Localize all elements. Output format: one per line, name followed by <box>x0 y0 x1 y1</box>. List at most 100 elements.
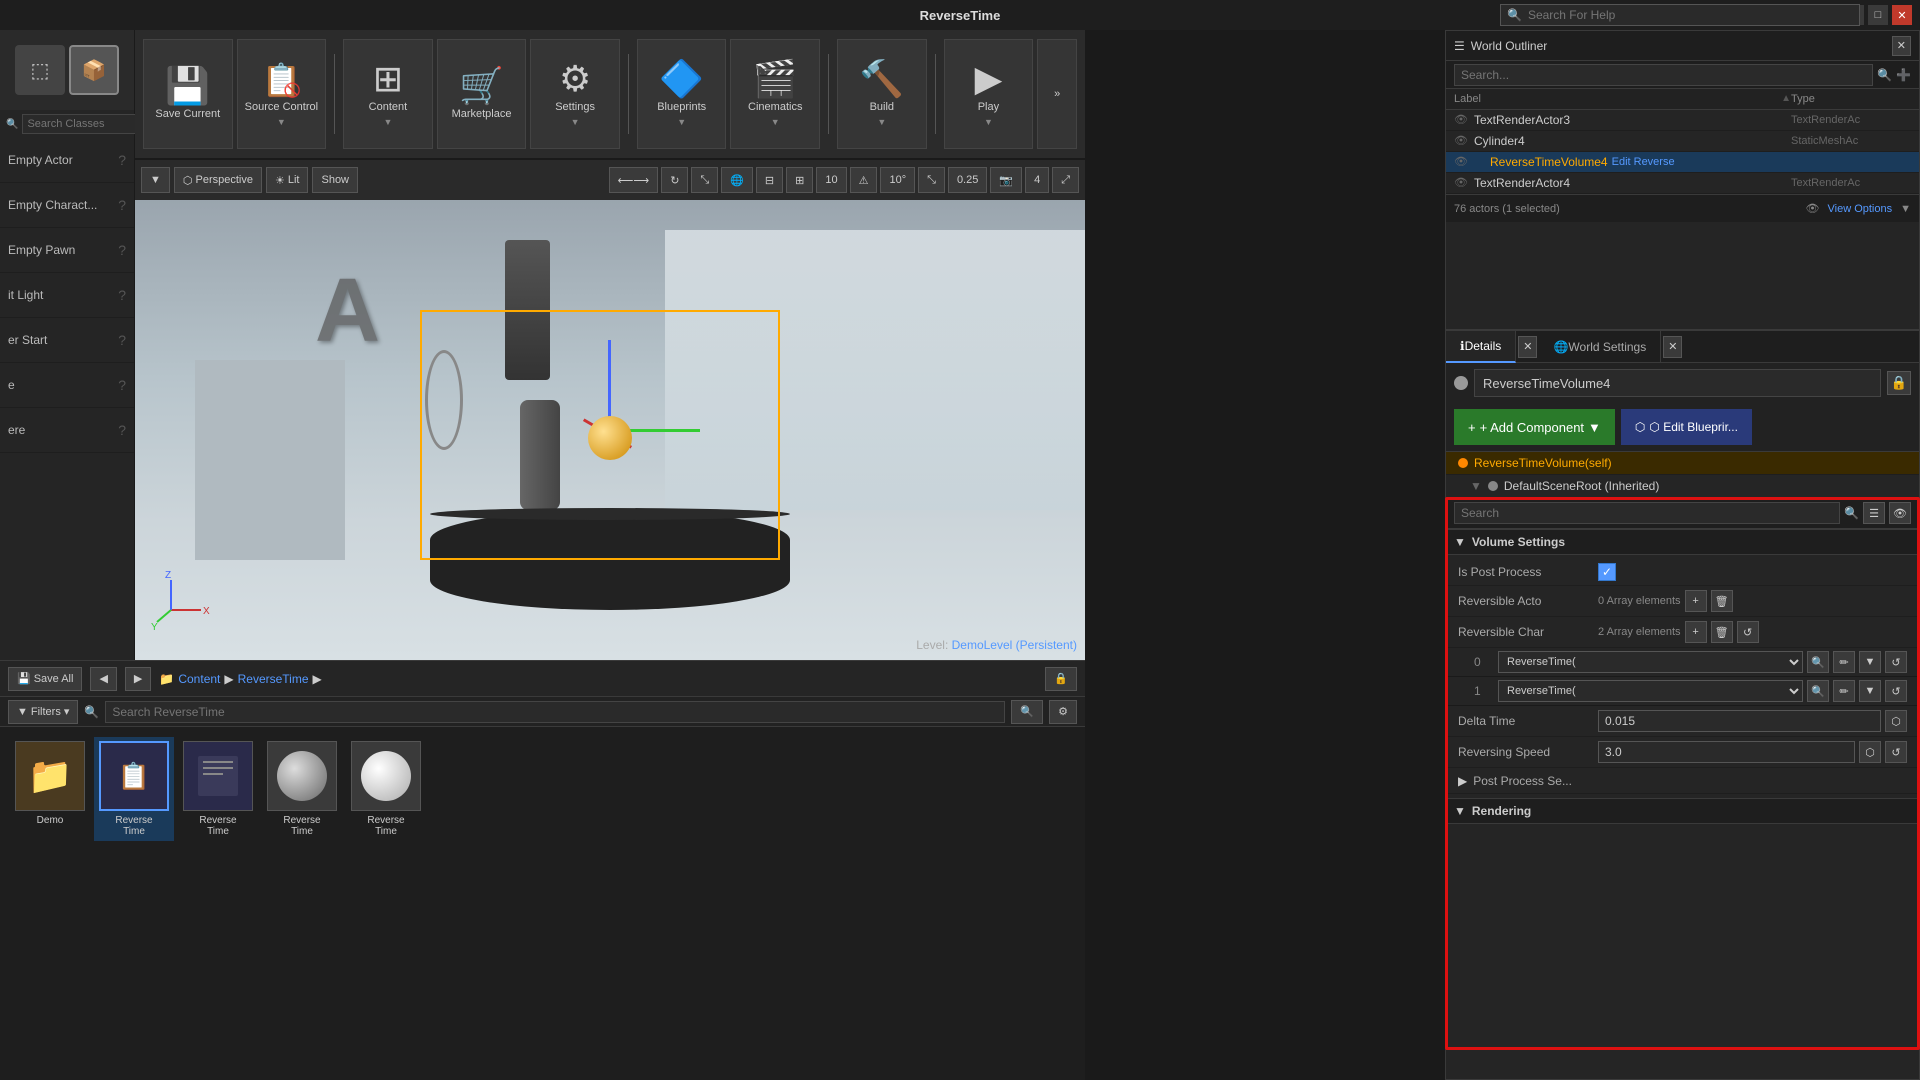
viewport-scene[interactable]: A X Z Y Level: Demo <box>135 200 1085 660</box>
scale-snap-button[interactable]: ⤡ <box>918 167 945 193</box>
point-light-item[interactable]: it Light ? <box>0 273 134 318</box>
actor-name-input[interactable] <box>1474 369 1881 397</box>
table-row[interactable]: 👁 TextRenderActor4 TextRenderAc <box>1446 173 1919 194</box>
add-component-button[interactable]: + + Add Component ▼ <box>1454 409 1615 445</box>
close-button[interactable]: ✕ <box>1892 5 1912 25</box>
empty-character-item[interactable]: Empty Charact... ? <box>0 183 134 228</box>
array-item-select-1[interactable]: ReverseTime( <box>1498 680 1803 702</box>
snap-warning-button[interactable]: ⚠ <box>850 167 878 193</box>
source-control-button[interactable]: 📋 🚫 Source Control ▼ <box>237 39 327 149</box>
asset-item[interactable]: 📋 ReverseTime <box>94 737 174 841</box>
back-button[interactable]: ◀ <box>90 667 116 691</box>
content-button[interactable]: ⊞ Content ▼ <box>343 39 433 149</box>
filters-button[interactable]: ▼ Filters ▾ <box>8 700 78 724</box>
show-button[interactable]: Show <box>312 167 358 193</box>
path-reversetime[interactable]: ReverseTime <box>238 672 309 686</box>
array-item-select-0[interactable]: ReverseTime( <box>1498 651 1803 673</box>
maximize-viewport-button[interactable]: ⤢ <box>1052 167 1079 193</box>
player-start-item[interactable]: er Start ? <box>0 318 134 363</box>
content-settings-button[interactable]: ⚙ <box>1049 700 1077 724</box>
table-row[interactable]: 👁 Cylinder4 StaticMeshAc <box>1446 131 1919 152</box>
settings-lock-button[interactable]: 🔒 <box>1045 667 1077 691</box>
edit-blueprint-button[interactable]: ⬡ ⬡ Edit Blueprir... <box>1621 409 1752 445</box>
delta-time-input[interactable] <box>1598 710 1881 732</box>
asset-item[interactable]: ReverseTime <box>178 737 258 841</box>
world-outliner-close-button[interactable]: ✕ <box>1892 36 1911 56</box>
viewport-options-button[interactable]: ▼ <box>141 167 170 193</box>
path-content[interactable]: Content <box>178 672 220 686</box>
asset-item[interactable]: 📁 Demo <box>10 737 90 830</box>
play-button[interactable]: ▶ Play ▼ <box>944 39 1034 149</box>
volumes-item[interactable]: e ? <box>0 363 134 408</box>
lock-button[interactable]: 🔒 <box>1887 371 1911 395</box>
list-view-button[interactable]: ☰ <box>1863 502 1885 524</box>
save-current-button[interactable]: 💾 Save Current <box>143 39 233 149</box>
all-classes-item[interactable]: ere ? <box>0 408 134 453</box>
delta-time-spinner[interactable]: ⬡ <box>1885 710 1907 732</box>
search-asset-button-1[interactable]: 🔍 <box>1807 680 1829 702</box>
reversing-speed-spinner[interactable]: ⬡ <box>1859 741 1881 763</box>
edit-asset-button-1[interactable]: ✏ <box>1833 680 1855 702</box>
post-process-row[interactable]: ▶ Post Process Se... <box>1446 768 1919 794</box>
view-options-button[interactable]: View Options <box>1828 203 1893 215</box>
reversing-speed-input[interactable] <box>1598 741 1855 763</box>
eye-icon[interactable]: 👁 <box>1454 176 1468 190</box>
volume-settings-header[interactable]: ▼ Volume Settings <box>1446 529 1919 555</box>
search-for-help-input[interactable] <box>1528 8 1853 22</box>
blueprints-button[interactable]: 🔷 Blueprints ▼ <box>637 39 727 149</box>
add-actor-icon[interactable]: ➕ <box>1896 68 1911 82</box>
tab-details[interactable]: ℹ Details <box>1446 331 1516 363</box>
settings-button[interactable]: ⚙ Settings ▼ <box>530 39 620 149</box>
more-button[interactable]: » <box>1037 39 1077 149</box>
camera-button[interactable]: 📷 <box>990 167 1022 193</box>
tab-world-settings[interactable]: 🌐 World Settings <box>1539 331 1661 363</box>
world-settings-close-button[interactable]: ✕ <box>1663 336 1682 358</box>
reset-array-button[interactable]: ↺ <box>1737 621 1759 643</box>
reversing-speed-reset[interactable]: ↺ <box>1885 741 1907 763</box>
lit-button[interactable]: ☀ Lit <box>266 167 309 193</box>
content-search-input[interactable] <box>105 701 1005 723</box>
asset-item[interactable]: ReverseTime <box>346 737 426 841</box>
screen-size-button[interactable]: 4 <box>1025 167 1049 193</box>
delete-array-button[interactable]: 🗑 <box>1711 590 1733 612</box>
marketplace-button[interactable]: 🛒 Marketplace <box>437 39 527 149</box>
delete-array-button-2[interactable]: 🗑 <box>1711 621 1733 643</box>
is-post-process-checkbox[interactable]: ✓ <box>1598 563 1616 581</box>
details-close-button[interactable]: ✕ <box>1518 336 1537 358</box>
asset-item[interactable]: ReverseTime <box>262 737 342 841</box>
forward-button[interactable]: ▶ <box>125 667 151 691</box>
scale-snap-value-button[interactable]: 0.25 <box>948 167 987 193</box>
surface-snapping-button[interactable]: ⊟ <box>756 167 783 193</box>
rotate-button[interactable]: ↻ <box>661 167 688 193</box>
component-search-input[interactable] <box>1454 502 1840 524</box>
edit-asset-button-0[interactable]: ✏ <box>1833 651 1855 673</box>
cinematics-button[interactable]: 🎬 Cinematics ▼ <box>730 39 820 149</box>
search-for-help-bar[interactable]: 🔍 <box>1500 4 1860 26</box>
translate-button[interactable]: ⟵⟶ <box>609 167 659 193</box>
maximize-button[interactable]: □ <box>1868 5 1888 25</box>
arrow-down-button-0[interactable]: ▼ <box>1859 651 1881 673</box>
add-array-button[interactable]: + <box>1685 590 1707 612</box>
empty-actor-item[interactable]: Empty Actor ? <box>0 138 134 183</box>
world-outliner-search-input[interactable] <box>1454 64 1873 86</box>
scale-button[interactable]: ⤡ <box>691 167 718 193</box>
eye-icon[interactable]: 👁 <box>1454 155 1468 169</box>
arrow-down-button-1[interactable]: ▼ <box>1859 680 1881 702</box>
perspective-button[interactable]: ⬡ Perspective <box>174 167 262 193</box>
empty-pawn-item[interactable]: Empty Pawn ? <box>0 228 134 273</box>
grid-size-button[interactable]: 10 <box>816 167 846 193</box>
add-array-button-2[interactable]: + <box>1685 621 1707 643</box>
eye-icon[interactable]: 👁 <box>1454 113 1468 127</box>
reset-item-button-0[interactable]: ↺ <box>1885 651 1907 673</box>
component-row[interactable]: ▼ DefaultSceneRoot (Inherited) <box>1446 475 1919 498</box>
reset-item-button-1[interactable]: ↺ <box>1885 680 1907 702</box>
eye-icon[interactable]: 👁 <box>1454 134 1468 148</box>
rendering-section-header[interactable]: ▼ Rendering <box>1446 798 1919 824</box>
table-row[interactable]: 👁 ReverseTimeVolume4 Edit Reverse <box>1446 152 1919 173</box>
component-row[interactable]: ReverseTimeVolume(self) <box>1446 452 1919 475</box>
build-button[interactable]: 🔨 Build ▼ <box>837 39 927 149</box>
content-search-go[interactable]: 🔍 <box>1011 700 1043 724</box>
save-all-button[interactable]: 💾 Save All <box>8 667 82 691</box>
rotation-snap-button[interactable]: 10° <box>880 167 915 193</box>
eye-view-button[interactable]: 👁 <box>1889 502 1911 524</box>
